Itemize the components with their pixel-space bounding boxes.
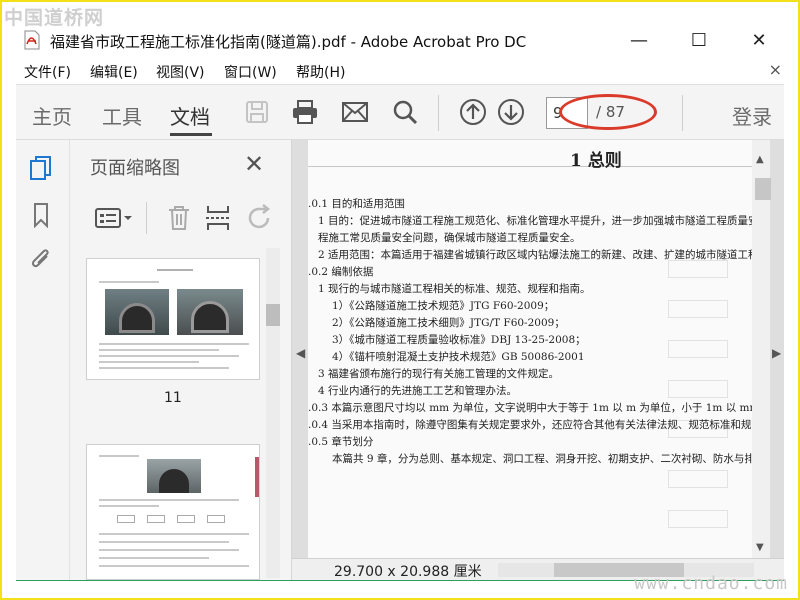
doc-line: 4）《锚杆喷射混凝土支护技术规范》GB 50086-2001 <box>332 351 585 363</box>
doc-line: 1 现行的与城市隧道工程相关的标准、规范、规程和指南。 <box>318 283 591 295</box>
panel-toolbar <box>70 198 292 238</box>
doc-line: 程施工常见质量安全问题，确保城市隧道工程质量安全。 <box>318 232 581 244</box>
document-viewer[interactable]: ◀ 1 总则 .0.1 目的和适用范围 1 目的：促进城市隧道工程施工规范化、标… <box>292 140 784 580</box>
doc-line: 1 目的：促进城市隧道工程施工规范化、标准化管理水平提升，进一步加强城市隧道工程… <box>318 215 756 227</box>
doc-line: 2 适用范围：本篇适用于福建省城镇行政区域内钻爆法施工的新建、改建、扩建的城市隧… <box>318 249 756 261</box>
menu-file[interactable]: 文件(F) <box>24 62 71 82</box>
tab-document[interactable]: 文档 <box>170 101 210 130</box>
toolbar-divider <box>682 95 683 131</box>
chapter-title: 1 总则 <box>570 151 622 171</box>
panel-divider <box>146 202 147 234</box>
thumbnail-page-label: 11 <box>164 390 182 406</box>
doc-line: 1）《公路隧道施工技术规范》JTG F60-2009； <box>332 300 555 312</box>
doc-line: 3 福建省颁布施行的现行有关施工管理的文件规定。 <box>318 368 560 380</box>
thumbnail-photo <box>105 289 169 335</box>
attachment-icon[interactable] <box>26 244 56 274</box>
doc-line: .0.1 目的和适用范围 <box>308 198 405 210</box>
search-icon[interactable] <box>390 97 420 127</box>
doc-line: 3）《城市隧道工程质量验收标准》DBJ 13-25-2008； <box>332 334 586 346</box>
highlight-annotation-ellipse <box>559 94 657 130</box>
options-icon[interactable] <box>94 206 134 230</box>
menu-edit[interactable]: 编辑(E) <box>90 62 138 82</box>
print-icon[interactable] <box>290 97 320 127</box>
maximize-button[interactable]: ☐ <box>676 26 722 54</box>
pdf-file-icon <box>24 30 40 50</box>
page-thumbnail[interactable] <box>86 258 260 380</box>
toolbar: 主页 工具 文档 9 / 87 登录 <box>16 84 784 140</box>
doc-line: .0.3 本篇示意图尺寸均以 mm 为单位，文字说明中大于等于 1m 以 m 为… <box>308 402 756 414</box>
menu-window[interactable]: 窗口(W) <box>224 62 277 82</box>
collapse-right-arrow[interactable]: ▶ <box>772 346 781 360</box>
thumbnail-tab-marker <box>255 457 259 497</box>
thumbnail-scrollbar-thumb[interactable] <box>266 304 280 326</box>
menu-view[interactable]: 视图(V) <box>156 62 205 82</box>
window-title: 福建省市政工程施工标准化指南(隧道篇).pdf - Adobe Acrobat … <box>50 33 527 51</box>
delete-icon[interactable] <box>166 204 192 232</box>
save-icon[interactable] <box>242 97 272 127</box>
doc-line: .0.2 编制依据 <box>308 266 374 278</box>
document-page: 1 总则 .0.1 目的和适用范围 1 目的：促进城市隧道工程施工规范化、标准化… <box>308 140 756 558</box>
navigation-rail <box>16 140 70 580</box>
watermark-bottom: www.cndao.com <box>634 573 788 594</box>
login-button[interactable]: 登录 <box>732 101 772 130</box>
page-down-icon[interactable] <box>496 97 526 127</box>
thumbnail-photo <box>147 459 201 493</box>
panel-title: 页面缩略图 <box>90 158 180 179</box>
insert-icon[interactable] <box>204 204 232 232</box>
tab-home[interactable]: 主页 <box>32 101 72 130</box>
thumbnail-panel: 页面缩略图 ✕ 11 <box>70 140 292 580</box>
pages-icon[interactable] <box>26 154 56 184</box>
tab-tools[interactable]: 工具 <box>102 101 142 130</box>
menu-help[interactable]: 帮助(H) <box>296 62 345 82</box>
doc-line: 4 行业内通行的先进施工工艺和管理办法。 <box>318 385 518 397</box>
page-thumbnail[interactable] <box>86 444 260 580</box>
vertical-scrollbar-thumb[interactable] <box>755 178 771 200</box>
title-bar: 福建省市政工程施工标准化指南(隧道篇).pdf - Adobe Acrobat … <box>2 24 798 56</box>
thumbnail-flowchart <box>117 511 227 527</box>
close-panel-button[interactable]: ✕ <box>244 150 264 178</box>
doc-line: 本篇共 9 章，分为总则、基本规定、洞口工程、洞身开挖、初期支护、二次衬砌、防水… <box>332 453 756 465</box>
toolbar-divider <box>438 95 439 131</box>
vertical-scrollbar[interactable]: ▲ ▼ <box>752 140 770 558</box>
collapse-left-arrow[interactable]: ◀ <box>296 346 305 360</box>
menu-bar: 文件(F) 编辑(E) 视图(V) 窗口(W) 帮助(H) × <box>2 58 798 84</box>
minimize-button[interactable]: — <box>616 26 662 54</box>
scroll-up-arrow[interactable]: ▲ <box>756 154 764 165</box>
close-window-button[interactable]: ✕ <box>736 26 782 54</box>
bookmark-icon[interactable] <box>26 200 56 230</box>
thumbnail-photo <box>177 289 243 335</box>
thumbnail-scrollbar[interactable] <box>266 248 280 578</box>
scroll-down-arrow[interactable]: ▼ <box>756 542 764 553</box>
doc-line: 2）《公路隧道施工技术细则》JTG/T F60-2009； <box>332 317 565 329</box>
close-document-button[interactable]: × <box>769 60 782 79</box>
rotate-icon[interactable] <box>246 204 274 232</box>
page-size-readout: 29.700 x 20.988 厘米 <box>334 564 482 580</box>
doc-line: .0.4 当采用本指南时，除遵守图集有关规定要求外，还应符合其他有关法律法规、规… <box>308 419 752 431</box>
active-tab-indicator <box>170 133 212 136</box>
doc-line: .0.5 章节划分 <box>308 436 374 448</box>
email-icon[interactable] <box>340 97 370 127</box>
page-up-icon[interactable] <box>458 97 488 127</box>
